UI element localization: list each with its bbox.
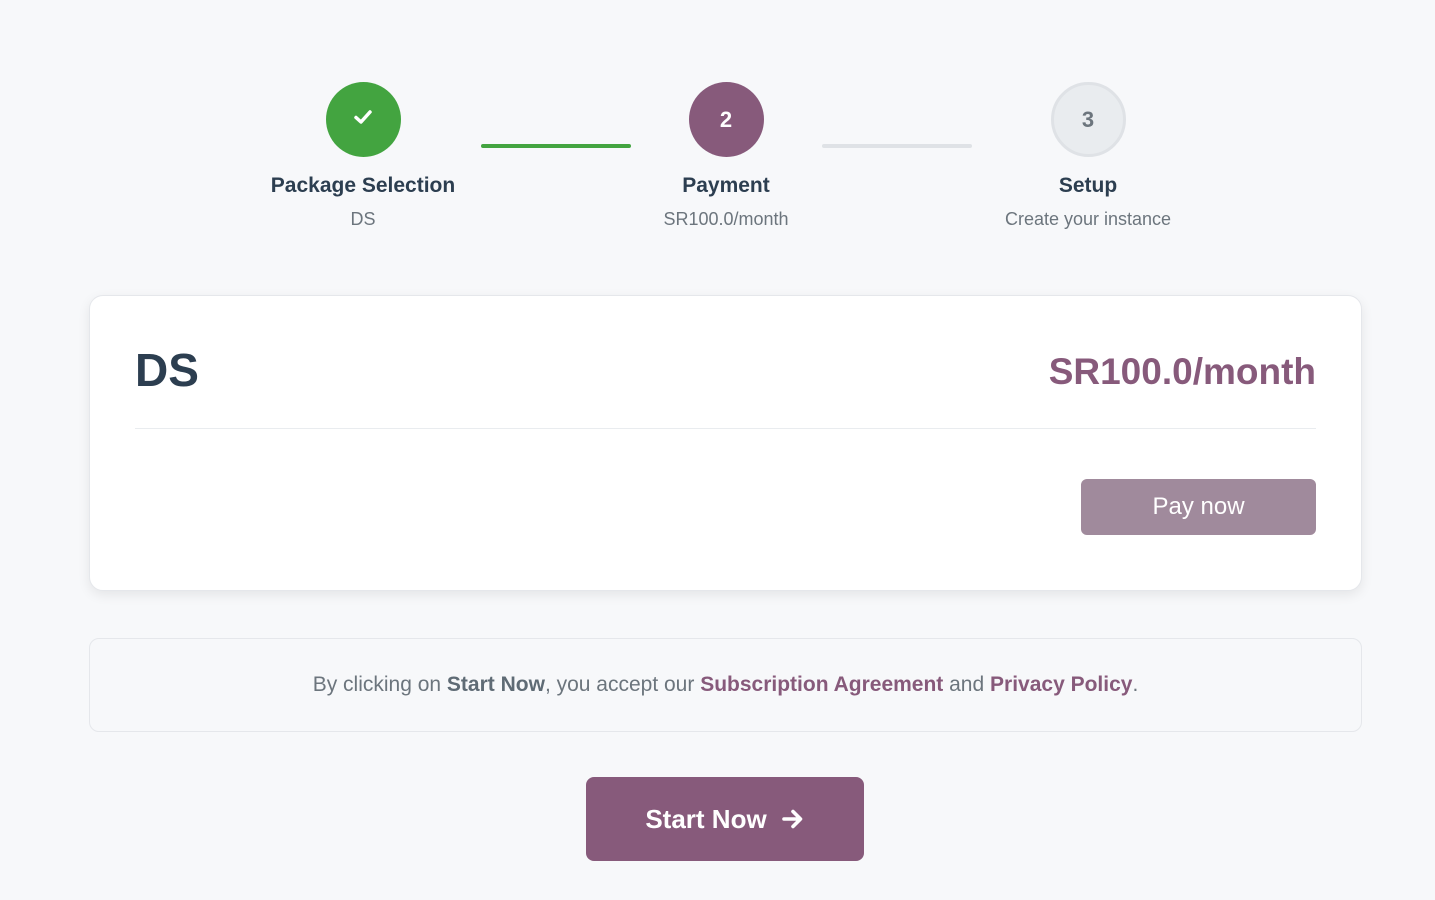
agreement-text: By clicking on Start Now, you accept our…: [313, 673, 1139, 697]
step-3-subtitle: Create your instance: [1004, 209, 1172, 229]
step-connector-pending: [822, 144, 972, 148]
step-2-circle: 2: [688, 82, 764, 157]
progress-stepper: Package Selection DS 2 Payment SR100.0/m…: [0, 0, 1435, 260]
check-icon: [352, 106, 374, 134]
step-3-title: Setup: [1058, 174, 1118, 197]
package-name: DS: [135, 344, 199, 396]
package-card: DS SR100.0/month Pay now: [89, 295, 1362, 591]
step-1-title: Package Selection: [270, 174, 456, 197]
step-package-selection: Package Selection DS: [233, 82, 493, 230]
agreement-suffix: .: [1132, 673, 1139, 696]
step-1-circle: [325, 82, 401, 157]
package-price: SR100.0/month: [1048, 351, 1316, 392]
agreement-middle: , you accept our: [544, 673, 701, 696]
pay-now-button[interactable]: Pay now: [1081, 479, 1316, 535]
start-now-button[interactable]: Start Now: [586, 777, 864, 861]
privacy-policy-link[interactable]: Privacy Policy: [990, 673, 1132, 696]
agreement-conjunction: and: [943, 673, 991, 696]
subscription-agreement-link[interactable]: Subscription Agreement: [700, 673, 943, 696]
step-3-circle: 3: [1050, 82, 1126, 157]
agreement-notice: By clicking on Start Now, you accept our…: [89, 638, 1362, 732]
step-2-title: Payment: [682, 174, 770, 197]
step-1-subtitle: DS: [350, 209, 376, 229]
step-payment: 2 Payment SR100.0/month: [596, 82, 856, 230]
agreement-prefix: By clicking on: [312, 673, 447, 696]
agreement-action: Start Now: [446, 673, 545, 696]
card-divider: [135, 428, 1316, 429]
step-setup: 3 Setup Create your instance: [958, 82, 1218, 230]
arrow-right-icon: [781, 807, 805, 831]
start-now-label: Start Now: [645, 803, 767, 834]
step-2-subtitle: SR100.0/month: [663, 209, 789, 229]
